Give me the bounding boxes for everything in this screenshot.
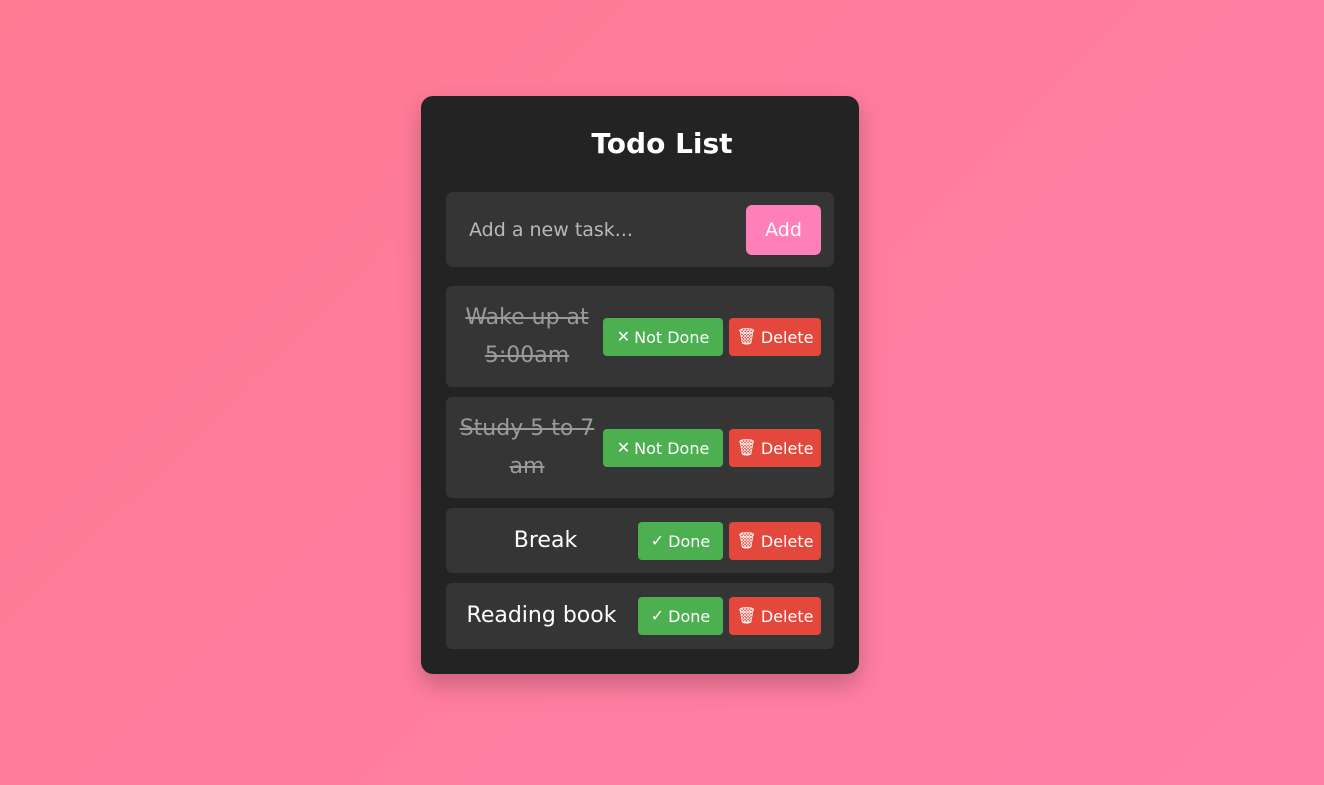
delete-button[interactable]: 🗑 Delete <box>729 429 821 467</box>
delete-button[interactable]: 🗑 Delete <box>729 318 821 356</box>
task-input[interactable] <box>446 192 736 267</box>
add-button[interactable]: Add <box>746 205 821 255</box>
toggle-label: Done <box>668 606 711 626</box>
trash-icon: 🗑 <box>736 327 757 346</box>
done-button[interactable]: ✓ Done <box>638 522 723 560</box>
toggle-label: Not Done <box>634 438 710 458</box>
delete-button[interactable]: 🗑 Delete <box>729 522 821 560</box>
task-text: Study 5 to 7 am <box>459 415 595 479</box>
x-icon: ✕ <box>616 438 631 457</box>
delete-label: Delete <box>760 438 814 458</box>
task-item: Study 5 to 7 am ✕ Not Done 🗑 Delete <box>446 397 834 498</box>
task-text: Reading book <box>466 603 617 628</box>
delete-button[interactable]: 🗑 Delete <box>729 597 821 635</box>
task-item: Wake up at 5:00am ✕ Not Done 🗑 Delete <box>446 286 834 387</box>
task-item: Reading book ✓ Done 🗑 Delete <box>446 583 834 649</box>
check-icon: ✓ <box>650 606 665 625</box>
toggle-label: Done <box>668 531 711 551</box>
delete-label: Delete <box>760 327 814 347</box>
task-text: Wake up at 5:00am <box>465 304 589 368</box>
not-done-button[interactable]: ✕ Not Done <box>603 318 723 356</box>
task-text: Break <box>513 527 578 553</box>
task-item: Break ✓ Done 🗑 Delete <box>446 508 834 573</box>
add-task-row: Add <box>446 192 834 267</box>
delete-label: Delete <box>760 531 814 551</box>
trash-icon: 🗑 <box>736 438 757 457</box>
toggle-label: Not Done <box>634 327 710 347</box>
check-icon: ✓ <box>650 531 665 550</box>
trash-icon: 🗑 <box>736 606 757 625</box>
not-done-button[interactable]: ✕ Not Done <box>603 429 723 467</box>
done-button[interactable]: ✓ Done <box>638 597 723 635</box>
todo-card-content: Add Wake up at 5:00am ✕ Not Done 🗑 Delet… <box>421 96 859 674</box>
trash-icon: 🗑 <box>736 531 757 550</box>
x-icon: ✕ <box>616 327 631 346</box>
delete-label: Delete <box>760 606 814 626</box>
